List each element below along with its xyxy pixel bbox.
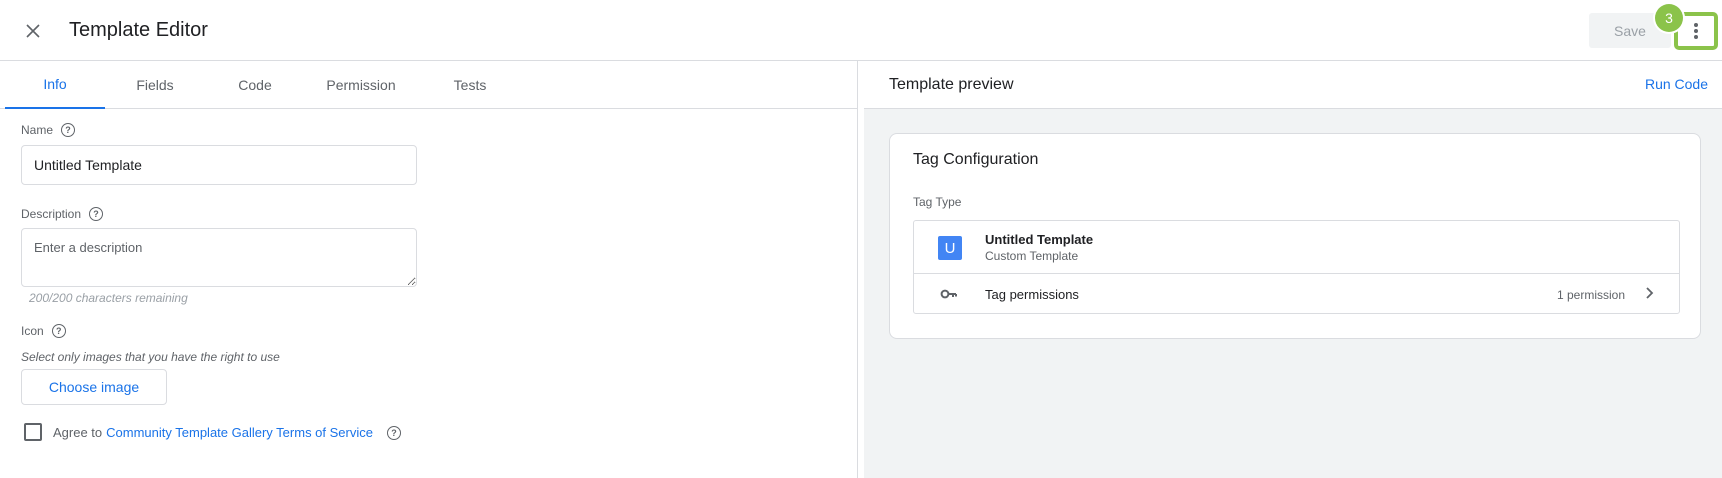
key-icon [940, 289, 957, 299]
tag-name: Untitled Template [985, 232, 1094, 247]
tab-tests[interactable]: Tests [420, 61, 520, 109]
agree-prefix: Agree to [53, 425, 103, 440]
tab-permission[interactable]: Permission [311, 61, 411, 109]
icon-label-text: Icon [21, 324, 44, 338]
choose-image-button[interactable]: Choose image [21, 369, 167, 405]
description-label-text: Description [21, 207, 82, 221]
close-button[interactable] [18, 16, 48, 46]
tab-fields[interactable]: Fields [105, 61, 205, 109]
tab-bar: Info Fields Code Permission Tests [0, 61, 858, 109]
preview-header: Template preview Run Code [864, 61, 1722, 109]
description-label: Description ? [21, 207, 104, 221]
terms-link[interactable]: Community Template Gallery Terms of Serv… [106, 425, 373, 440]
tag-permissions-row[interactable]: Tag permissions 1 permission [914, 274, 1679, 314]
chevron-right-icon [1646, 287, 1654, 299]
icon-label: Icon ? [21, 324, 66, 338]
permissions-label: Tag permissions [985, 287, 1079, 302]
help-icon[interactable]: ? [61, 123, 76, 137]
step-badge: 3 [1655, 4, 1683, 32]
help-icon[interactable]: ? [89, 207, 104, 221]
preview-title: Template preview [889, 76, 1014, 93]
tag-type-row[interactable]: U Untitled Template Custom Template [914, 221, 1679, 274]
help-icon[interactable]: ? [387, 425, 401, 440]
close-icon [26, 24, 40, 38]
preview-panel: Template preview Run Code Tag Configurat… [864, 61, 1722, 478]
app-header: Template Editor Save 3 [0, 0, 1722, 61]
card-title: Tag Configuration [913, 151, 1039, 168]
agree-checkbox[interactable] [24, 423, 42, 441]
name-label: Name ? [21, 123, 76, 137]
template-icon: U [938, 236, 962, 260]
tag-configuration-card: Tag Configuration Tag Type U Untitled Te… [889, 133, 1701, 339]
name-input[interactable] [21, 145, 417, 185]
tag-type-label: Tag Type [913, 195, 962, 209]
more-vert-icon [1694, 23, 1698, 39]
editor-panel: Info Fields Code Permission Tests Name ?… [0, 61, 858, 478]
tag-subtitle: Custom Template [985, 249, 1079, 263]
tab-code[interactable]: Code [205, 61, 305, 109]
agree-row: Agree to Community Template Gallery Term… [53, 425, 401, 440]
description-field[interactable] [21, 228, 417, 287]
name-label-text: Name [21, 123, 54, 137]
chars-remaining: 200/200 characters remaining [29, 291, 188, 305]
tab-info[interactable]: Info [5, 61, 105, 109]
help-icon[interactable]: ? [51, 324, 66, 338]
page-title: Template Editor [69, 19, 208, 41]
permissions-count: 1 permission [1556, 288, 1625, 302]
tag-type-box: U Untitled Template Custom Template Tag … [913, 220, 1680, 314]
icon-helper: Select only images that you have the rig… [21, 350, 280, 364]
run-code-button[interactable]: Run Code [1645, 76, 1708, 92]
